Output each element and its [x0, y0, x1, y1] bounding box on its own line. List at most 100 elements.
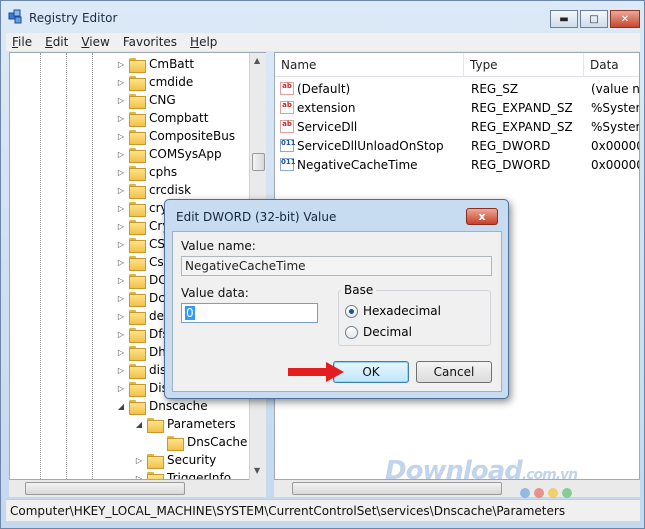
- folder-icon: [129, 93, 146, 109]
- menu-help[interactable]: Help: [190, 35, 217, 49]
- folder-icon: [129, 165, 146, 181]
- title-bar[interactable]: Registry Editor ▬ □ ✕: [1, 1, 645, 33]
- folder-icon: [129, 75, 146, 91]
- value-row[interactable]: abServiceDll REG_EXPAND_SZ %SystemR: [275, 117, 639, 136]
- expand-arrow-icon[interactable]: ▷: [116, 348, 126, 357]
- expand-arrow-icon[interactable]: ▷: [116, 132, 126, 141]
- value-row[interactable]: 011NegativeCacheTime REG_DWORD 0x0000000: [275, 155, 639, 174]
- column-data[interactable]: Data: [584, 53, 639, 77]
- tree-item[interactable]: ▷ Csc: [116, 253, 170, 271]
- expand-arrow-icon[interactable]: ▷: [116, 330, 126, 339]
- tree-item[interactable]: ▷ COMSysApp: [116, 145, 222, 163]
- folder-icon: [147, 417, 164, 433]
- expand-arrow-icon[interactable]: ▷: [116, 168, 126, 177]
- expand-arrow-icon[interactable]: ▷: [116, 204, 126, 213]
- folder-icon: [129, 291, 146, 307]
- scroll-down-icon[interactable]: ▼: [254, 466, 260, 475]
- expand-arrow-icon[interactable]: ▷: [116, 240, 126, 249]
- value-name-label: Value name:: [181, 239, 256, 253]
- tree-item[interactable]: ▷ CNG: [116, 91, 176, 109]
- expand-arrow-icon[interactable]: ▷: [116, 114, 126, 123]
- expand-arrow-icon[interactable]: ▷: [116, 150, 126, 159]
- tree-item-label: CmBatt: [149, 57, 195, 71]
- column-name[interactable]: Name: [275, 53, 464, 77]
- maximize-button[interactable]: □: [580, 10, 608, 28]
- expand-arrow-icon[interactable]: ◢: [134, 420, 144, 429]
- string-value-icon: ab: [280, 82, 294, 95]
- value-name: ServiceDll: [297, 119, 358, 134]
- value-data: %SystemR: [591, 100, 639, 115]
- expand-arrow-icon[interactable]: ▷: [134, 456, 144, 465]
- expand-arrow-icon[interactable]: ▷: [116, 60, 126, 69]
- tree-item[interactable]: DnsCache: [154, 433, 247, 451]
- folder-icon: [147, 453, 164, 469]
- expand-arrow-icon[interactable]: ▷: [116, 384, 126, 393]
- tree-item-label: TriggerInfo: [167, 471, 232, 480]
- tree-item[interactable]: ▷ def: [116, 307, 168, 325]
- expand-arrow-icon[interactable]: ▷: [116, 78, 126, 87]
- tree-item[interactable]: ▷ Dis: [116, 379, 168, 397]
- column-type[interactable]: Type: [464, 53, 584, 77]
- value-type: REG_SZ: [471, 81, 519, 96]
- expand-arrow-icon[interactable]: ▷: [116, 366, 126, 375]
- value-data-input[interactable]: 0: [181, 303, 318, 323]
- expand-arrow-icon[interactable]: ▷: [116, 186, 126, 195]
- expand-arrow-icon[interactable]: ▷: [116, 222, 126, 231]
- folder-icon: [167, 435, 184, 451]
- value-data: %SystemR: [591, 119, 639, 134]
- value-row[interactable]: ab(Default) REG_SZ (value not: [275, 79, 639, 98]
- cancel-button[interactable]: Cancel: [416, 361, 492, 383]
- tree-item[interactable]: ▷ crcdisk: [116, 181, 191, 199]
- expand-arrow-icon[interactable]: ▷: [116, 258, 126, 267]
- folder-icon: [129, 201, 146, 217]
- folder-icon: [129, 399, 146, 415]
- tree-item[interactable]: ▷ cphs: [116, 163, 177, 181]
- tree-item[interactable]: ▷ TriggerInfo: [134, 469, 232, 480]
- tree-item[interactable]: ▷ cmdide: [116, 73, 193, 91]
- tree-item[interactable]: ▷ cry: [116, 199, 168, 217]
- decimal-label: Decimal: [363, 325, 412, 339]
- expand-arrow-icon[interactable]: ▷: [116, 276, 126, 285]
- expand-arrow-icon[interactable]: ▷: [116, 294, 126, 303]
- value-row[interactable]: 011 ServiceDllUnloadOnStop REG_DWORD 0x0000…: [275, 136, 639, 155]
- dialog-close-button[interactable]: x: [466, 208, 498, 225]
- watermark: Download.com.vn: [385, 456, 578, 486]
- tree-item[interactable]: ▷ Cry: [116, 217, 169, 235]
- tree-item-label: cphs: [149, 165, 178, 179]
- tree-item[interactable]: ◢ Dnscache: [116, 397, 208, 415]
- radio-unchecked-icon: [345, 325, 358, 339]
- tree-item[interactable]: ▷ dis: [116, 361, 166, 379]
- hexadecimal-radio[interactable]: Hexadecimal: [345, 304, 441, 318]
- red-pointer-arrow-icon: [288, 362, 344, 382]
- close-button[interactable]: ✕: [610, 10, 640, 28]
- tree-scroll-thumb[interactable]: [252, 153, 265, 171]
- tree-item[interactable]: ◢ Parameters: [134, 415, 236, 433]
- ok-button[interactable]: OK: [333, 361, 409, 383]
- menu-favorites[interactable]: Favorites: [123, 35, 177, 49]
- menu-view[interactable]: View: [81, 35, 109, 49]
- tree-horizontal-scrollbar[interactable]: [9, 480, 266, 497]
- tree-item[interactable]: ▷ DC: [116, 271, 167, 289]
- minimize-button[interactable]: ▬: [550, 10, 578, 28]
- expand-arrow-icon[interactable]: ◢: [116, 402, 126, 411]
- expand-arrow-icon[interactable]: ▷: [116, 312, 126, 321]
- menu-edit[interactable]: Edit: [45, 35, 68, 49]
- scroll-up-icon[interactable]: ▲: [254, 56, 260, 65]
- decimal-radio[interactable]: Decimal: [345, 325, 412, 339]
- value-row[interactable]: abextension REG_EXPAND_SZ %SystemR: [275, 98, 639, 117]
- folder-icon: [147, 471, 164, 479]
- tree-item[interactable]: ▷ CompositeBus: [116, 127, 235, 145]
- tree-item[interactable]: ▷ Dfs: [116, 325, 169, 343]
- tree-guide-line: [66, 53, 67, 479]
- close-icon: ✕: [620, 13, 630, 25]
- expand-arrow-icon[interactable]: ▷: [116, 96, 126, 105]
- value-name-field: NegativeCacheTime: [181, 256, 492, 276]
- tree-item-label: CNG: [149, 93, 176, 107]
- folder-icon: [129, 57, 146, 73]
- tree-item[interactable]: ▷ CmBatt: [116, 55, 194, 73]
- tree-item[interactable]: ▷ Security: [134, 451, 216, 469]
- tree-hscroll-thumb[interactable]: [25, 482, 185, 495]
- menu-file[interactable]: File: [12, 35, 32, 49]
- value-name: NegativeCacheTime: [297, 157, 418, 172]
- tree-item[interactable]: ▷ Compbatt: [116, 109, 208, 127]
